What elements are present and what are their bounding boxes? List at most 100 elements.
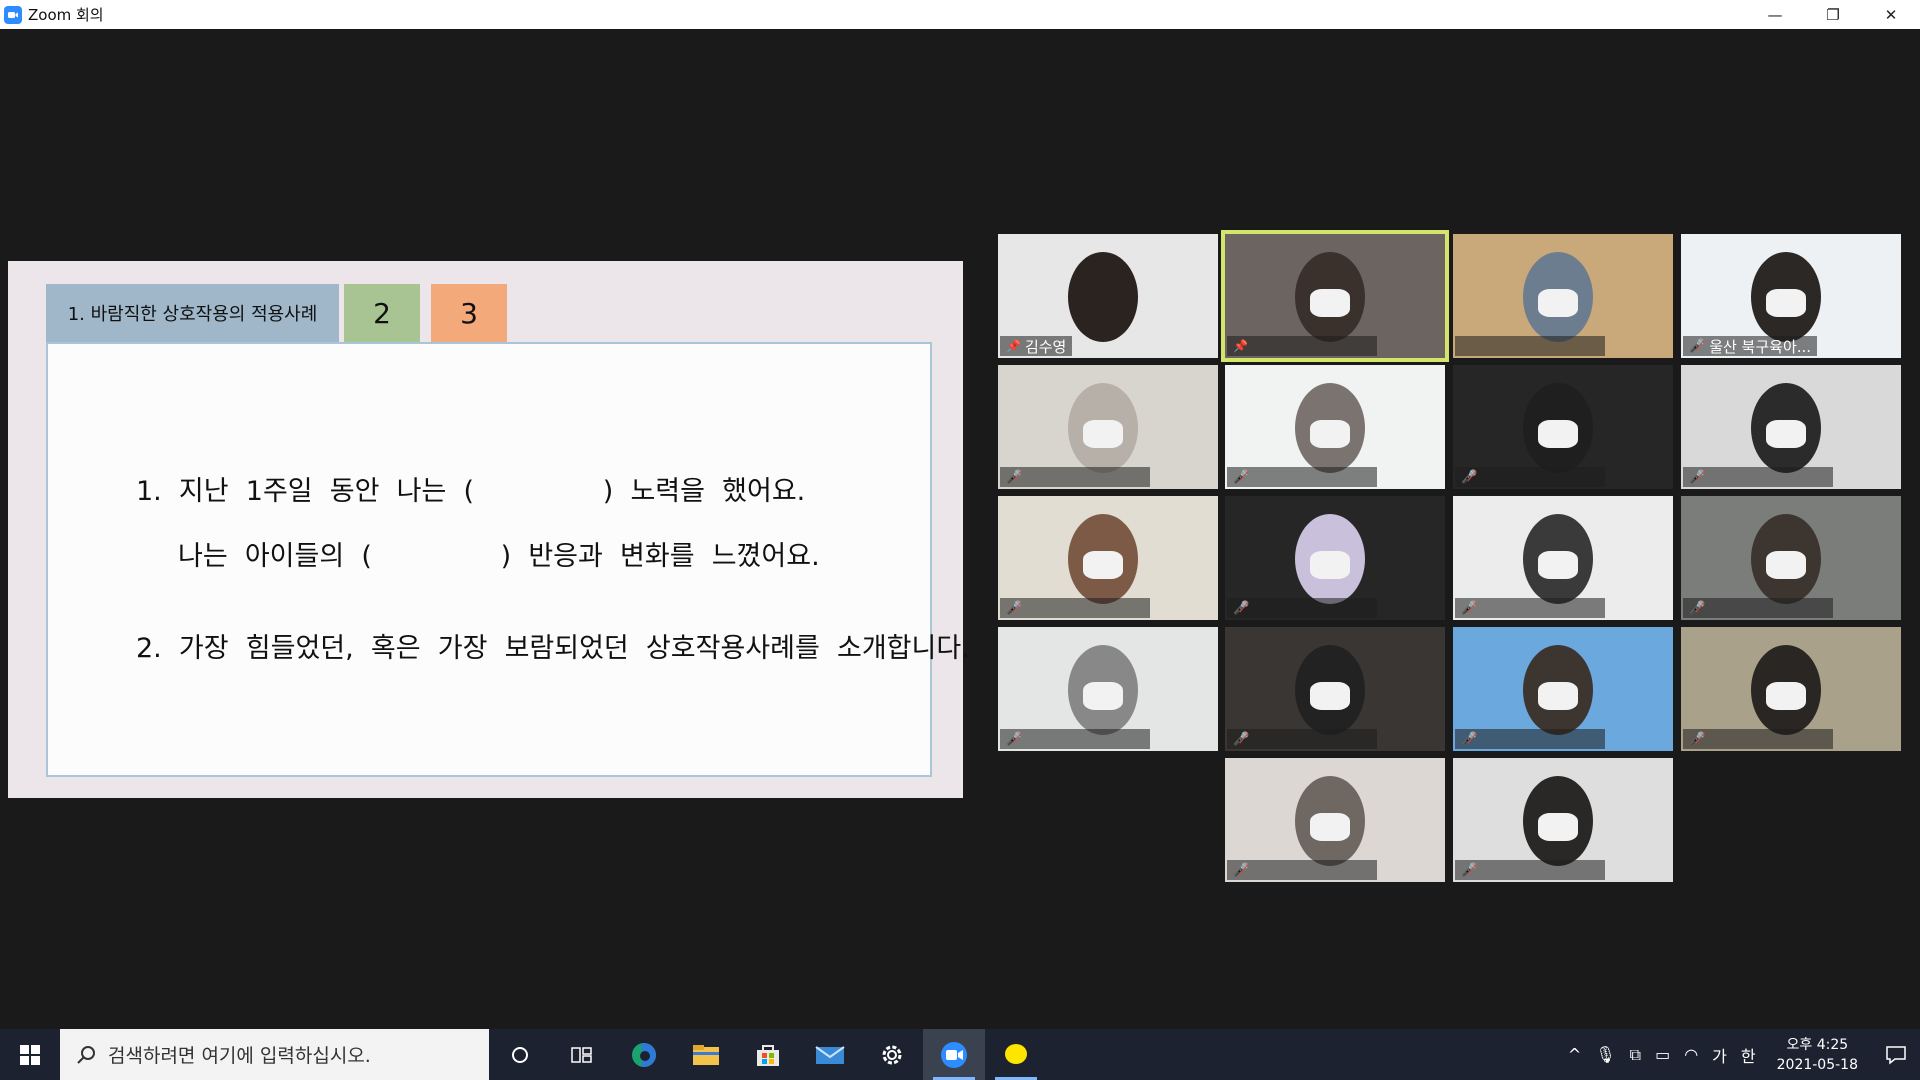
face-mask xyxy=(1310,289,1350,317)
search-placeholder: 검색하려면 여기에 입력하십시오. xyxy=(108,1045,371,1067)
notification-center-icon[interactable] xyxy=(1872,1029,1920,1080)
participant-video-tile[interactable]: 🎤̸ xyxy=(1681,627,1901,751)
muted-mic-icon: 🎤̸ xyxy=(1233,469,1250,485)
ime-language[interactable]: 가 xyxy=(1712,1043,1727,1067)
face-mask xyxy=(1083,551,1123,579)
face-mask xyxy=(1538,813,1578,841)
slide-tab-1: 1. 바람직한 상호작용의 적용사례 xyxy=(46,284,339,342)
participant-video-tile[interactable]: 📌 xyxy=(1221,230,1449,362)
edge-icon[interactable] xyxy=(613,1029,675,1080)
face-mask xyxy=(1310,420,1350,448)
participant-video-tile[interactable]: 🎤̸ xyxy=(1453,627,1673,751)
face-mask xyxy=(1083,420,1123,448)
muted-mic-icon: 🎤̸ xyxy=(1006,469,1023,485)
participant-nametag: 🎤̸ xyxy=(1227,467,1377,487)
participant-video-tile[interactable]: 🎤̸ 울산 북구육아... xyxy=(1681,234,1901,358)
zoom-taskbar-icon[interactable] xyxy=(923,1029,985,1080)
participant-silhouette xyxy=(1068,252,1138,342)
participant-nametag: 🎤̸ xyxy=(1683,598,1833,618)
ime-mode[interactable]: 한 xyxy=(1741,1043,1756,1067)
face-mask xyxy=(1310,682,1350,710)
slide-line-2: 나는 아이들의 ( ) 반응과 변화를 느꼈어요. xyxy=(178,541,820,572)
participant-nametag: 🎤̸ xyxy=(1227,729,1377,749)
face-mask xyxy=(1310,551,1350,579)
file-explorer-icon[interactable] xyxy=(675,1029,737,1080)
participant-video-tile[interactable]: 🎤̸ xyxy=(998,365,1218,489)
participant-name: 울산 북구육아... xyxy=(1709,337,1812,356)
muted-mic-icon: 🎤̸ xyxy=(1689,469,1706,485)
participant-nametag: 🎤̸ xyxy=(1455,598,1605,618)
clock[interactable]: 오후 4:25 2021-05-18 xyxy=(1777,1035,1858,1075)
taskbar: 검색하려면 여기에 입력하십시오. ^ 🎙 ⧉ ▭ ◠ 가 한 오후 4:25 … xyxy=(0,1029,1920,1080)
start-button[interactable] xyxy=(0,1029,60,1080)
store-icon[interactable] xyxy=(737,1029,799,1080)
face-mask xyxy=(1766,289,1806,317)
muted-mic-icon: 🎤̸ xyxy=(1233,600,1250,616)
microphone-icon[interactable]: 🎙 xyxy=(1595,1045,1615,1064)
task-view-icon[interactable] xyxy=(551,1029,613,1080)
participant-nametag: 🎤̸ 울산 북구육아... xyxy=(1683,336,1818,356)
participant-video-tile[interactable]: 🎤̸ xyxy=(998,496,1218,620)
window-controls: — ❐ ✕ xyxy=(1746,0,1920,29)
muted-mic-icon: 🎤̸ xyxy=(1689,600,1706,616)
participant-nametag: 🎤̸ xyxy=(1683,729,1833,749)
title-bar: Zoom 회의 — ❐ ✕ xyxy=(0,0,1920,29)
muted-mic-icon: 🎤̸ xyxy=(1461,862,1478,878)
participant-video-tile[interactable]: 🎤̸ xyxy=(1225,496,1445,620)
battery-icon[interactable]: ▭ xyxy=(1655,1045,1670,1064)
face-mask xyxy=(1538,682,1578,710)
mail-icon[interactable] xyxy=(799,1029,861,1080)
participant-video-tile[interactable]: 🎤̸ xyxy=(1681,496,1901,620)
participant-video-tile[interactable]: 🎤̸ xyxy=(998,627,1218,751)
minimize-button[interactable]: — xyxy=(1746,0,1804,29)
participant-video-tile[interactable]: 🎤̸ xyxy=(1453,496,1673,620)
participant-nametag: 🎤̸ xyxy=(1455,729,1605,749)
participant-video-tile[interactable]: 🎤̸ xyxy=(1225,758,1445,882)
participant-nametag xyxy=(1455,336,1605,356)
search-icon xyxy=(77,1045,95,1064)
settings-icon[interactable] xyxy=(861,1029,923,1080)
shared-screen: 1. 바람직한 상호작용의 적용사례 2 3 1. 지난 1주일 동안 나는 (… xyxy=(8,261,970,798)
participant-video-tile[interactable]: 🎤̸ xyxy=(1453,758,1673,882)
muted-mic-icon: 🎤̸ xyxy=(1689,731,1706,747)
zoom-app-icon xyxy=(4,5,22,24)
participant-video-tile[interactable] xyxy=(1453,234,1673,358)
muted-mic-icon: 🎤̸ xyxy=(1689,338,1706,354)
participant-video-tile[interactable]: 📌 김수영 xyxy=(998,234,1218,358)
participant-video-tile[interactable]: 🎤̸ xyxy=(1681,365,1901,489)
pin-icon: 📌 xyxy=(1006,339,1021,353)
muted-mic-icon: 🎤̸ xyxy=(1233,731,1250,747)
slide-tab-3: 3 xyxy=(431,284,507,342)
show-hidden-icons[interactable]: ^ xyxy=(1568,1045,1581,1064)
restore-button[interactable]: ❐ xyxy=(1804,0,1862,29)
slide-line-3: 2. 가장 힘들었던, 혹은 가장 보람되었던 상호작용사례를 소개합니다. xyxy=(136,633,970,664)
participant-video-tile[interactable]: 🎤̸ xyxy=(1453,365,1673,489)
slide-content: 1. 지난 1주일 동안 나는 ( ) 노력을 했어요. 나는 아이들의 ( )… xyxy=(46,342,970,777)
participant-nametag: 🎤̸ xyxy=(1000,729,1150,749)
clock-time: 오후 4:25 xyxy=(1786,1036,1849,1053)
participant-video-tile[interactable]: 🎤̸ xyxy=(1225,627,1445,751)
participant-nametag: 🎤̸ xyxy=(1683,467,1833,487)
cortana-icon[interactable] xyxy=(489,1029,551,1080)
network-activity-icon[interactable]: ⧉ xyxy=(1630,1045,1641,1065)
participant-nametag: 🎤̸ xyxy=(1000,467,1150,487)
close-button[interactable]: ✕ xyxy=(1862,0,1920,29)
participant-nametag: 🎤̸ xyxy=(1455,860,1605,880)
taskbar-search[interactable]: 검색하려면 여기에 입력하십시오. xyxy=(60,1029,489,1080)
face-mask xyxy=(1766,420,1806,448)
face-mask xyxy=(1538,420,1578,448)
participant-nametag: 📌 xyxy=(1227,336,1377,356)
zoom-window: Zoom 회의 — ❐ ✕ 1. 바람직한 상호작용의 적용사례 2 3 1. … xyxy=(0,0,1920,1080)
clock-date: 2021-05-18 xyxy=(1776,1056,1858,1073)
participant-nametag: 🎤̸ xyxy=(1227,860,1377,880)
participant-nametag: 🎤̸ xyxy=(1455,467,1605,487)
face-mask xyxy=(1538,551,1578,579)
meeting-stage: 1. 바람직한 상호작용의 적용사례 2 3 1. 지난 1주일 동안 나는 (… xyxy=(0,29,1920,1029)
wifi-icon[interactable]: ◠ xyxy=(1684,1045,1698,1064)
kakaotalk-icon[interactable] xyxy=(985,1029,1047,1080)
participant-video-tile[interactable]: 🎤̸ xyxy=(1225,365,1445,489)
participant-nametag: 🎤̸ xyxy=(1227,598,1377,618)
window-title: Zoom 회의 xyxy=(28,6,104,24)
muted-mic-icon: 🎤̸ xyxy=(1233,862,1250,878)
participant-name: 김수영 xyxy=(1024,337,1067,356)
